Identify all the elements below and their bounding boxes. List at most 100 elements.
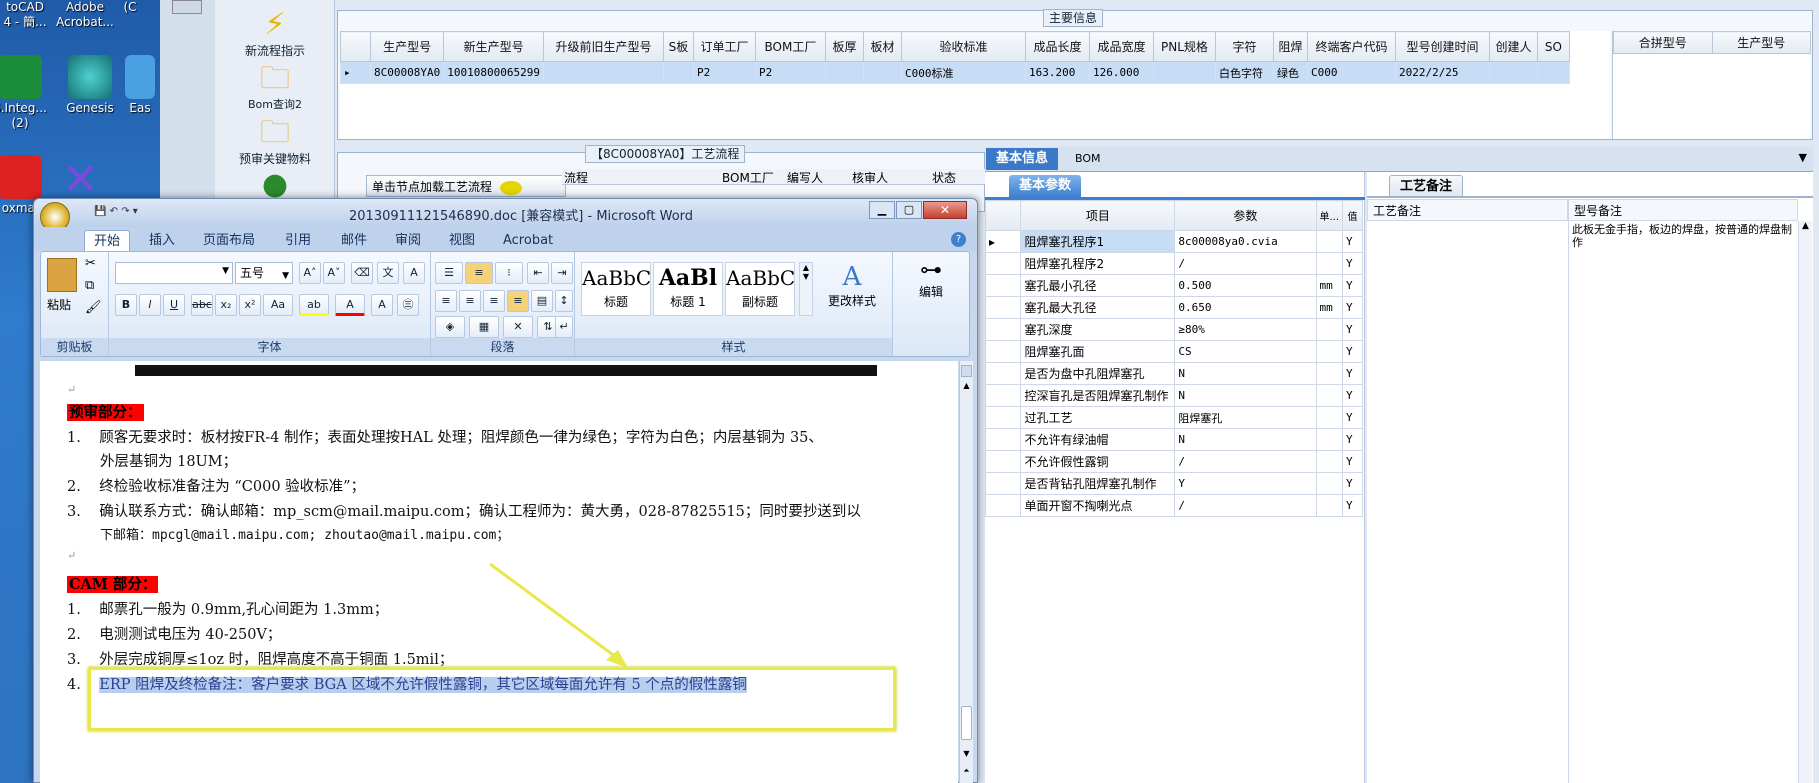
phonetic-button[interactable]: 文 (377, 262, 399, 284)
param-value-cell[interactable]: / (1174, 450, 1317, 473)
tab-references[interactable]: 引用 (276, 230, 320, 251)
table-row[interactable]: ▸ 8C00008YA0 10010800065299 P2 P2 C000标准… (340, 61, 1570, 84)
param-unit-cell[interactable] (1315, 318, 1344, 341)
tab-bom[interactable]: BOM (1065, 148, 1111, 170)
col-header[interactable]: 生产型号 (369, 31, 445, 62)
increase-indent-button[interactable]: ⇥ (551, 262, 573, 284)
tab-basic-params[interactable]: 基本参数 (1009, 175, 1082, 197)
param-flag-cell[interactable]: Y (1342, 494, 1363, 517)
param-unit-cell[interactable] (1315, 494, 1344, 517)
cell[interactable]: 绿色 (1272, 61, 1308, 84)
char-border-button[interactable]: A (403, 262, 425, 284)
borders-button[interactable]: ▦ (469, 316, 499, 338)
font-color-button[interactable]: A (335, 294, 365, 316)
cell[interactable] (1536, 61, 1570, 84)
param-item-cell[interactable]: 塞孔最小孔径 (1020, 274, 1176, 297)
cell[interactable] (662, 61, 694, 84)
col-header[interactable]: 新生产型号 (443, 31, 544, 62)
main-info-grid[interactable]: 生产型号 新生产型号 升级前旧生产型号 S板 订单工厂 BOM工厂 板厚 板材 … (340, 31, 1610, 139)
style-subtitle[interactable]: AaBbC 副标题 (725, 262, 795, 316)
line-spacing-button[interactable]: ↕ (555, 290, 573, 312)
bold-button[interactable]: B (115, 294, 137, 316)
col-header[interactable]: 型号备注 (1568, 199, 1798, 221)
table-row[interactable]: 单面开窗不掏喇光点 / Y (984, 494, 1363, 517)
table-row[interactable]: 不允许假性露铜 / Y (984, 450, 1363, 473)
param-item-cell[interactable]: 过孔工艺 (1020, 406, 1176, 429)
cell[interactable] (862, 61, 902, 84)
cell[interactable]: C000 (1306, 61, 1396, 84)
cell[interactable]: 163.200 (1024, 61, 1090, 84)
help-icon[interactable]: ? (951, 232, 966, 247)
col-header[interactable]: BOM工厂 (722, 169, 774, 186)
table-row[interactable]: 阻焊塞孔程序2/ Y (984, 252, 1363, 275)
desktop-icon-eas[interactable]: Eas (120, 55, 160, 116)
col-header[interactable]: PNL规格 (1152, 31, 1216, 62)
param-unit-cell[interactable] (1315, 230, 1344, 253)
col-header[interactable]: 订单工厂 (692, 31, 756, 62)
col-header[interactable]: 板材 (862, 31, 902, 62)
quick-access-save-icon[interactable]: 💾 ↶ ↷ ▾ (94, 206, 138, 217)
bullets-button[interactable]: ☰ (435, 262, 463, 284)
italic-button[interactable]: I (139, 294, 161, 316)
cell[interactable]: 10010800065299 (443, 61, 544, 84)
col-header[interactable]: 字符 (1214, 31, 1274, 62)
param-flag-cell[interactable]: Y (1342, 230, 1363, 253)
param-flag-cell[interactable]: Y (1342, 274, 1363, 297)
format-painter-icon[interactable]: 🖌 (85, 300, 102, 315)
param-value-cell[interactable]: 阻焊塞孔 (1174, 406, 1317, 429)
style-title[interactable]: AaBbC 标题 (581, 262, 651, 316)
notes-scrollbar[interactable]: ▲ (1798, 221, 1812, 783)
param-flag-cell[interactable]: Y (1342, 252, 1363, 275)
table-row[interactable]: 过孔工艺 阻焊塞孔 Y (984, 406, 1363, 429)
chinese-layout-button[interactable]: ✕ (503, 316, 533, 338)
param-unit-cell[interactable] (1315, 340, 1344, 363)
table-row[interactable]: 塞孔最大孔径 0.650 mm Y (984, 296, 1363, 319)
param-unit-cell[interactable] (1315, 384, 1344, 407)
clear-format-button[interactable]: ⌫ (351, 262, 373, 284)
table-row[interactable]: 是否为盘中孔阻焊塞孔 N Y (984, 362, 1363, 385)
cell[interactable]: 8C00008YA0 (369, 61, 445, 84)
restore-button[interactable]: ▢ (896, 201, 922, 219)
col-header[interactable]: BOM工厂 (754, 31, 826, 62)
param-item-cell[interactable]: 塞孔最大孔径 (1020, 296, 1176, 319)
param-flag-cell[interactable]: Y (1342, 340, 1363, 363)
minimize-button[interactable]: ▁ (869, 201, 895, 219)
scroll-down-arrow[interactable]: ▼ (960, 749, 973, 758)
cell[interactable]: P2 (692, 61, 756, 84)
param-unit-cell[interactable] (1315, 450, 1344, 473)
cell[interactable] (1488, 61, 1538, 84)
underline-button[interactable]: U (163, 294, 185, 316)
nav-prereview-materials[interactable]: 🗀 预审关键物料 (220, 116, 330, 167)
subscript-button[interactable]: x₂ (215, 294, 237, 316)
load-process-button[interactable]: 单击节点加载工艺流程 (366, 175, 566, 197)
param-flag-cell[interactable]: Y (1342, 362, 1363, 385)
param-value-cell[interactable]: N (1174, 362, 1317, 385)
enclose-char-button[interactable]: ㊂ (397, 294, 419, 316)
col-header[interactable]: 状态 (932, 169, 956, 186)
col-header[interactable]: 板厚 (824, 31, 864, 62)
binoculars-icon[interactable] (172, 0, 202, 14)
table-row[interactable]: 塞孔最小孔径 0.500 mm Y (984, 274, 1363, 297)
ruler-toggle[interactable] (961, 365, 972, 377)
desktop-icon-c[interactable]: (C (110, 0, 150, 15)
tab-view[interactable]: 视图 (440, 230, 484, 251)
col-header[interactable]: 合拼型号 (1613, 31, 1713, 54)
align-right-button[interactable]: ≡ (483, 290, 505, 312)
param-item-cell[interactable]: 是否为盘中孔阻焊塞孔 (1020, 362, 1176, 385)
chevron-down-icon[interactable]: ▼ (1799, 151, 1807, 164)
col-header[interactable]: 项目 (1020, 200, 1176, 231)
paste-button[interactable]: 粘贴 (47, 296, 71, 313)
param-value-cell[interactable]: CS (1174, 340, 1317, 363)
param-unit-cell[interactable] (1315, 406, 1344, 429)
param-value-cell[interactable]: N (1174, 384, 1317, 407)
param-value-cell[interactable]: 0.500 (1174, 274, 1317, 297)
param-value-cell[interactable]: / (1174, 494, 1317, 517)
model-note-cell[interactable]: 此板无金手指，板边的焊盘，按普通的焊盘制作 (1568, 221, 1798, 783)
cell[interactable]: 2022/2/25 (1394, 61, 1490, 84)
shrink-font-button[interactable]: A˅ (323, 262, 345, 284)
param-unit-cell[interactable] (1315, 472, 1344, 495)
justify-button[interactable]: ≡ (507, 290, 529, 312)
word-title-bar[interactable]: 💾 ↶ ↷ ▾ 20130911121546890.doc [兼容模式] - M… (34, 199, 977, 232)
col-header[interactable]: 值 (1342, 200, 1363, 231)
table-row[interactable]: 控深盲孔是否阻焊塞孔制作 N Y (984, 384, 1363, 407)
